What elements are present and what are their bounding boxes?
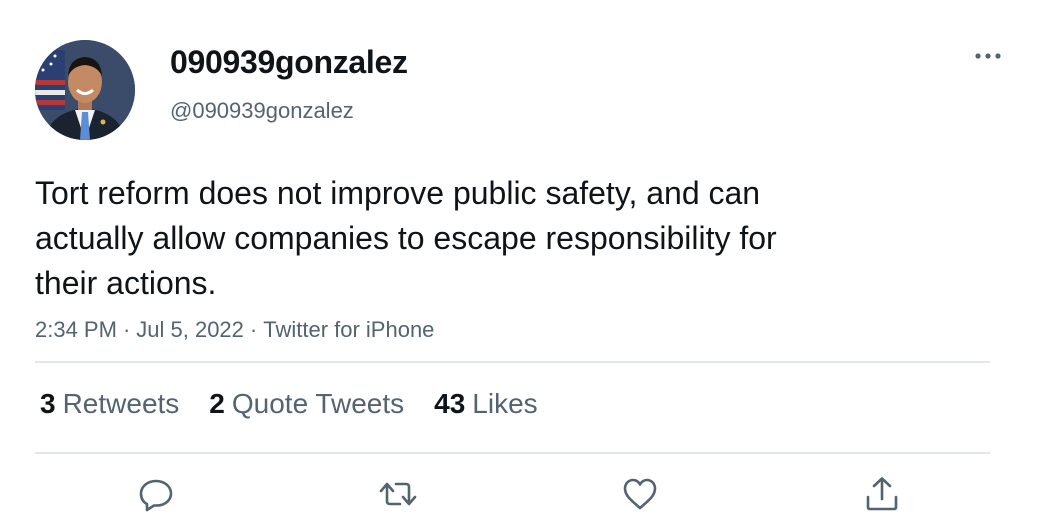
like-icon[interactable] — [620, 474, 660, 514]
profile-photo — [35, 40, 135, 140]
divider — [35, 361, 990, 363]
tweet-source[interactable]: Twitter for iPhone — [263, 317, 434, 342]
tweet-text-line: Tort reform does not improve public safe… — [35, 175, 761, 211]
meta-separator: · — [249, 317, 258, 342]
likes-count: 43 — [434, 388, 466, 419]
tweet-stats: 3 Retweets 2 Quote Tweets 43 Likes — [40, 388, 538, 420]
share-icon[interactable] — [862, 474, 902, 514]
quote-tweets-stat[interactable]: 2 Quote Tweets — [209, 388, 404, 420]
retweets-stat[interactable]: 3 Retweets — [40, 388, 179, 420]
reply-icon[interactable] — [136, 474, 176, 514]
user-handle[interactable]: @090939gonzalez — [170, 98, 354, 124]
retweets-label: Retweets — [62, 388, 180, 419]
likes-label: Likes — [472, 388, 538, 419]
retweets-count: 3 — [40, 388, 56, 419]
display-name[interactable]: 090939gonzalez — [170, 44, 408, 81]
retweet-icon[interactable] — [378, 474, 418, 514]
tweet-time[interactable]: 2:34 PM — [35, 317, 117, 342]
tweet-text-line: their actions. — [35, 265, 217, 301]
avatar[interactable] — [35, 40, 135, 140]
tweet-date[interactable]: Jul 5, 2022 — [136, 317, 244, 342]
tweet-meta: 2:34 PM · Jul 5, 2022 · Twitter for iPhone — [35, 317, 434, 343]
tweet-text-line: actually allow companies to escape respo… — [35, 220, 777, 256]
quote-tweets-label: Quote Tweets — [231, 388, 405, 419]
divider — [35, 452, 990, 454]
more-options-icon[interactable] — [974, 44, 1002, 68]
tweet-text: Tort reform does not improve public safe… — [35, 171, 935, 306]
quote-tweets-count: 2 — [209, 388, 225, 419]
meta-separator: · — [122, 317, 131, 342]
likes-stat[interactable]: 43 Likes — [434, 388, 538, 420]
